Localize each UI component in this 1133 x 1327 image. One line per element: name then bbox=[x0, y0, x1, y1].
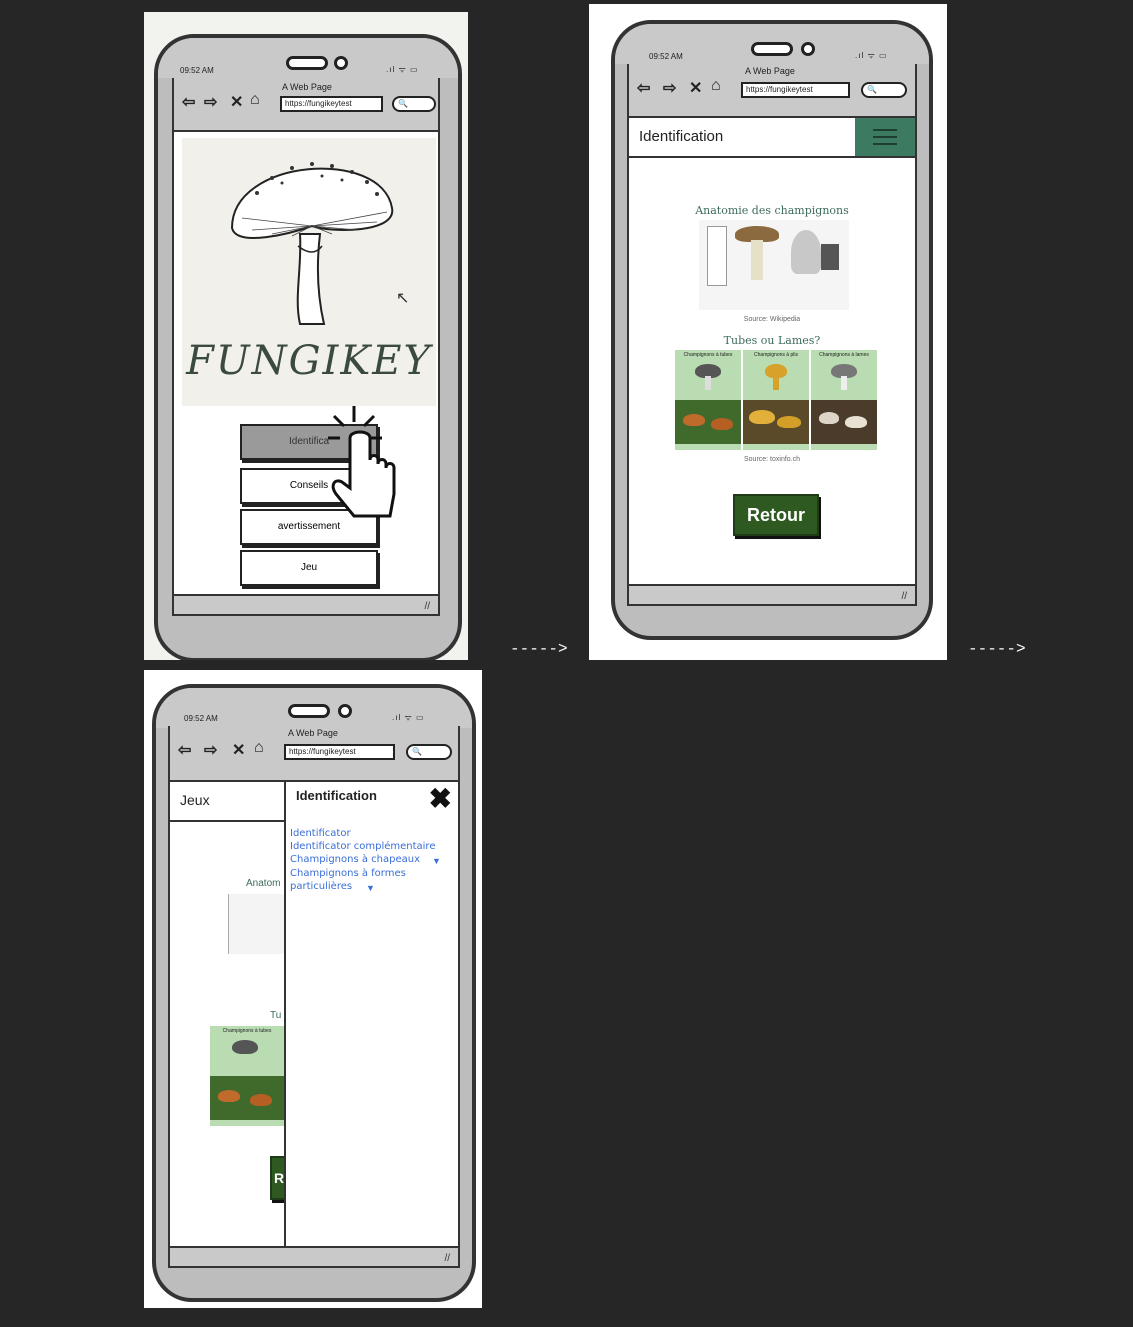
bg-column-tubes: Champignons à tubes bbox=[210, 1026, 284, 1126]
screen: A Web Page ⇦ ⇨ ✕ ⌂ https://fungikeytest … bbox=[168, 726, 460, 1268]
status-icons: .ıl ᯤ ▭ bbox=[855, 51, 888, 60]
status-icons: .ıl ᯤ ▭ bbox=[392, 713, 425, 722]
phone-frame: 09:52 AM .ıl ᯤ ▭ A Web Page ⇦ ⇨ ✕ ⌂ http… bbox=[154, 34, 462, 660]
search-field[interactable]: 🔍 bbox=[406, 744, 452, 760]
status-icons: .ıl ᯤ ▭ bbox=[386, 65, 419, 74]
close-icon[interactable]: ✕ bbox=[689, 78, 702, 98]
anatomy-label-box bbox=[707, 226, 727, 286]
browser-title: A Web Page bbox=[745, 66, 795, 76]
back-arrow-icon[interactable]: ⇦ bbox=[182, 92, 195, 112]
mockup-identification-screen: 09:52 AM .ıl ᯤ ▭ A Web Page ⇦ ⇨ ✕ ⌂ http… bbox=[589, 4, 947, 660]
back-arrow-icon[interactable]: ⇦ bbox=[637, 78, 650, 98]
chevron-down-icon[interactable]: ▼ bbox=[432, 856, 441, 866]
flow-arrow-1: -----> bbox=[510, 640, 568, 658]
status-time: 09:52 AM bbox=[649, 52, 683, 61]
status-time: 09:52 AM bbox=[184, 714, 218, 723]
home-icon[interactable]: ⌂ bbox=[250, 91, 260, 109]
drawer-close-icon[interactable]: ✖ bbox=[429, 782, 452, 815]
side-drawer: Identification ✖ Identificator Identific… bbox=[284, 782, 456, 1266]
browser-bottom-bar: // bbox=[629, 584, 915, 604]
bg-anatomy-diagram bbox=[228, 894, 285, 954]
search-field[interactable]: 🔍 bbox=[861, 82, 907, 98]
close-icon[interactable]: ✕ bbox=[232, 740, 245, 760]
url-field[interactable]: https://fungikeytest bbox=[741, 82, 850, 98]
drawer-title: Identification bbox=[296, 788, 377, 803]
forward-arrow-icon[interactable]: ⇨ bbox=[663, 78, 676, 98]
anatomy-diagram bbox=[699, 220, 849, 310]
screen: A Web Page ⇦ ⇨ ✕ ⌂ https://fungikeytest … bbox=[172, 78, 440, 616]
link-champignons-chapeaux[interactable]: Champignons à chapeaux bbox=[290, 854, 420, 865]
flow-arrow-2: -----> bbox=[968, 640, 1026, 658]
column-plis: Champignons à plis bbox=[743, 350, 809, 450]
hand-pointer-icon bbox=[328, 406, 396, 518]
logo-area: FUNGIKEY ↖ bbox=[182, 138, 436, 406]
page-header: Identification bbox=[629, 118, 915, 158]
hamburger-icon bbox=[873, 129, 897, 145]
browser-title: A Web Page bbox=[282, 82, 332, 92]
anatomy-source: Source: Wikipedia bbox=[743, 316, 801, 323]
url-field[interactable]: https://fungikeytest bbox=[284, 744, 395, 760]
close-icon[interactable]: ✕ bbox=[230, 92, 243, 112]
status-time: 09:52 AM bbox=[180, 66, 214, 75]
mushroom-illustration bbox=[230, 162, 394, 325]
retour-button[interactable]: Retour bbox=[733, 494, 819, 536]
back-arrow-icon[interactable]: ⇦ bbox=[178, 740, 191, 760]
chevron-down-icon[interactable]: ▼ bbox=[366, 883, 375, 893]
browser-bottom-bar: // bbox=[170, 1246, 458, 1266]
phone-frame: 09:52 AM .ıl ᯤ ▭ A Web Page ⇦ ⇨ ✕ ⌂ http… bbox=[611, 20, 933, 640]
anatomy-title: Anatomie des champignons bbox=[695, 204, 849, 217]
bg-anatomy-title: Anatom bbox=[246, 878, 281, 889]
menu-button-jeu[interactable]: Jeu bbox=[240, 550, 378, 586]
browser-bottom-bar: // bbox=[174, 594, 438, 614]
browser-title: A Web Page bbox=[288, 728, 338, 738]
camera bbox=[334, 56, 348, 70]
home-icon[interactable]: ⌂ bbox=[711, 77, 721, 95]
mushroom-photo-2 bbox=[791, 230, 821, 274]
mockup-home-screen: 09:52 AM .ıl ᯤ ▭ A Web Page ⇦ ⇨ ✕ ⌂ http… bbox=[144, 12, 468, 660]
screen: A Web Page ⇦ ⇨ ✕ ⌂ https://fungikeytest … bbox=[627, 64, 917, 606]
hamburger-menu-button[interactable] bbox=[855, 118, 915, 156]
url-field[interactable]: https://fungikeytest bbox=[280, 96, 383, 112]
phone-frame: 09:52 AM .ıl ᯤ ▭ A Web Page ⇦ ⇨ ✕ ⌂ http… bbox=[152, 684, 476, 1302]
bg-tubes-title: Tu bbox=[270, 1010, 282, 1021]
header-left-title: Jeux bbox=[180, 792, 210, 808]
page-title: Identification bbox=[639, 128, 724, 145]
tubes-title: Tubes ou Lames? bbox=[723, 334, 821, 347]
link-particulieres[interactable]: particulières bbox=[290, 881, 352, 892]
forward-arrow-icon[interactable]: ⇨ bbox=[204, 92, 217, 112]
link-identificator-complementaire[interactable]: Identificator complémentaire bbox=[290, 841, 435, 852]
link-identificator[interactable]: Identificator bbox=[290, 828, 351, 839]
camera bbox=[801, 42, 815, 56]
tubes-source: Source: toxinfo.ch bbox=[743, 456, 801, 463]
cursor-icon: ↖ bbox=[396, 290, 410, 307]
speaker bbox=[288, 704, 330, 718]
speaker bbox=[751, 42, 793, 56]
logo-text: FUNGIKEY bbox=[186, 338, 432, 384]
camera bbox=[338, 704, 352, 718]
link-champignons-formes[interactable]: Champignons à formes bbox=[290, 868, 406, 879]
page-header: Jeux bbox=[170, 782, 284, 822]
forward-arrow-icon[interactable]: ⇨ bbox=[204, 740, 217, 760]
column-tubes: Champignons à tubes bbox=[675, 350, 741, 450]
mockup-drawer-menu-screen: 09:52 AM .ıl ᯤ ▭ A Web Page ⇦ ⇨ ✕ ⌂ http… bbox=[144, 670, 482, 1308]
search-field[interactable]: 🔍 bbox=[392, 96, 436, 112]
column-lames: Champignons à lames bbox=[811, 350, 877, 450]
home-icon[interactable]: ⌂ bbox=[254, 739, 264, 757]
speaker bbox=[286, 56, 328, 70]
